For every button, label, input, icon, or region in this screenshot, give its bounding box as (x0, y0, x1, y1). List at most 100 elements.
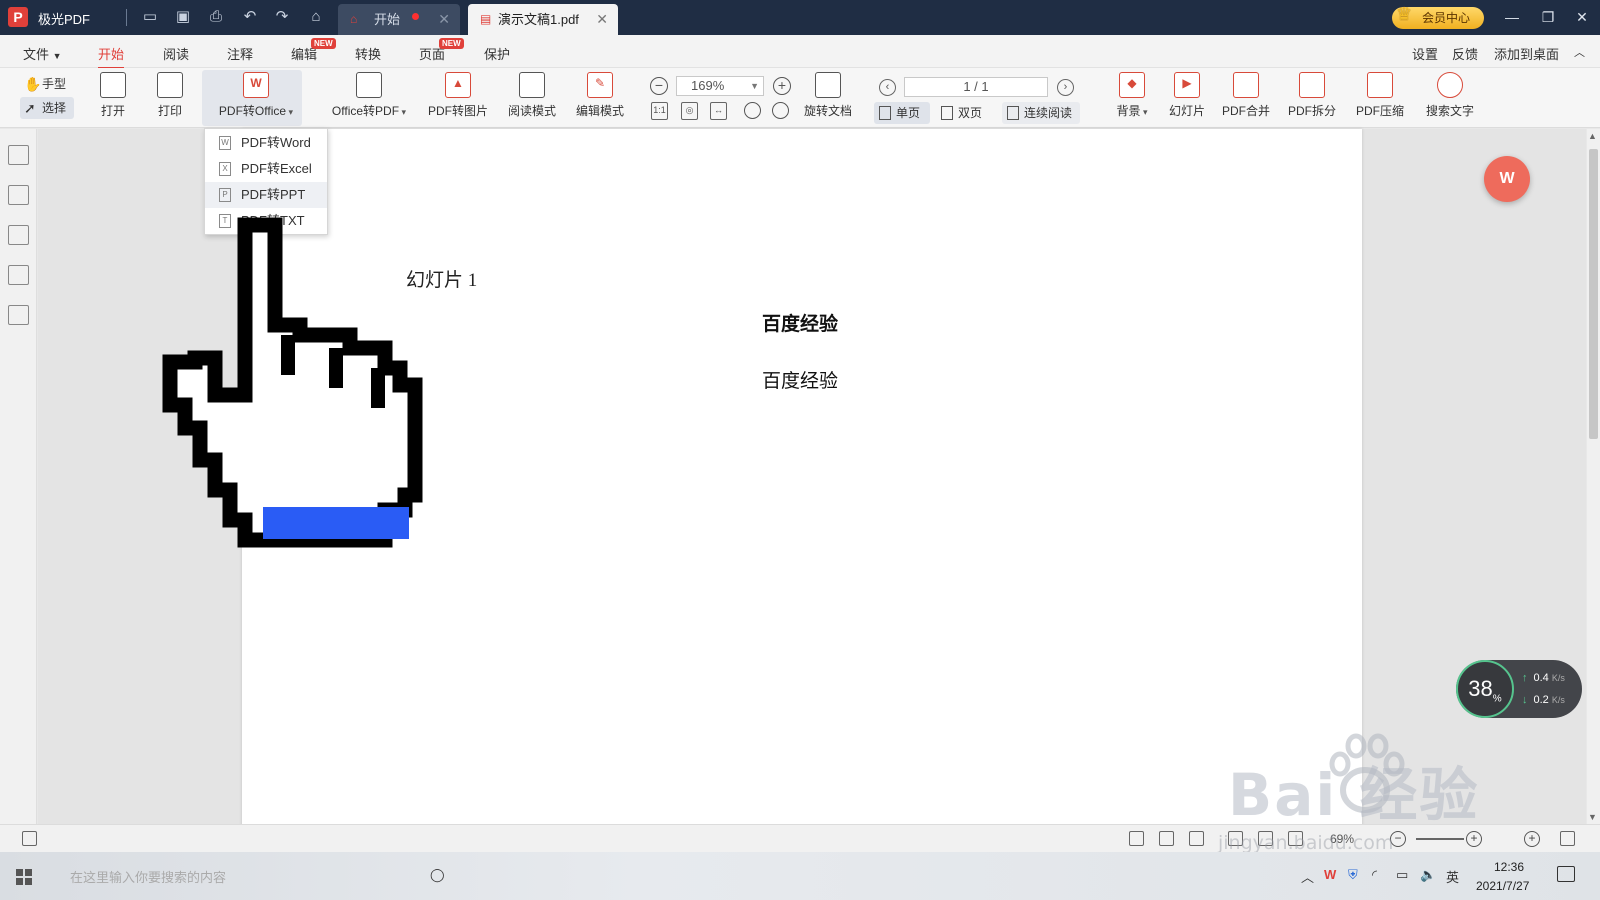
single-page-button[interactable]: 单页 (874, 102, 930, 124)
single-page-icon (879, 106, 891, 120)
open-folder-icon[interactable]: ▭ (140, 7, 160, 27)
hand-tool-button[interactable]: ✋ 手型 (20, 73, 74, 95)
menu-page[interactable]: 页面 NEW (419, 38, 464, 63)
actual-size-icon[interactable]: 1:1 (651, 102, 668, 120)
zoom-select[interactable]: 169% ▼ (676, 76, 764, 96)
folder-icon (100, 72, 126, 98)
zoom-in-icon[interactable]: + (1466, 831, 1482, 847)
zoom-out-icon[interactable]: − (650, 77, 668, 95)
read-mode-button[interactable]: 阅读模式 (506, 72, 558, 119)
menu-file[interactable]: 文件 ▼ (23, 44, 62, 63)
page-number-input[interactable]: 1 / 1 (904, 77, 1048, 97)
actual-size-icon[interactable] (1129, 831, 1144, 846)
slide-title-bold: 百度经验 (762, 314, 839, 335)
notification-icon[interactable] (1557, 866, 1575, 882)
battery-icon[interactable]: ▭ (1396, 867, 1408, 883)
print-icon[interactable]: ⎙ (206, 7, 226, 27)
restore-button[interactable]: ❐ (1530, 0, 1566, 35)
clock-time[interactable]: 12:36 (1494, 860, 1524, 874)
fit-page-icon[interactable] (1159, 831, 1174, 846)
print-button[interactable]: 打印 (155, 72, 185, 119)
search-panel-icon[interactable] (8, 265, 29, 285)
ime-indicator[interactable]: 英 (1446, 867, 1459, 886)
text-icon[interactable] (8, 305, 29, 325)
rotate-left-icon[interactable] (744, 102, 761, 119)
double-page-button[interactable]: 双页 (936, 102, 992, 124)
play-icon: ▶ (1174, 72, 1200, 98)
prev-page-icon[interactable]: ‹ (879, 79, 896, 96)
open-button[interactable]: 打开 (98, 72, 128, 119)
security-shield-icon[interactable]: ⛨ (1348, 867, 1358, 883)
page-thumb-icon[interactable] (22, 831, 37, 846)
menu-convert[interactable]: 转换 (355, 44, 381, 63)
zoom-in-icon[interactable]: + (1524, 831, 1540, 847)
close-icon[interactable]: ✕ (596, 4, 608, 35)
close-icon[interactable]: ✕ (438, 4, 450, 35)
cortana-icon[interactable]: ◯ (430, 867, 445, 883)
fullscreen-icon[interactable] (1560, 831, 1575, 846)
settings-link[interactable]: 设置 (1412, 44, 1438, 63)
merge-icon (1233, 72, 1259, 98)
baidu-watermark: Bai 经验 (1228, 761, 1480, 829)
feedback-link[interactable]: 反馈 (1452, 44, 1478, 63)
add-to-desktop-link[interactable]: 添加到桌面 (1494, 44, 1559, 63)
continuous-read-button[interactable]: 连续阅读 (1002, 102, 1080, 124)
pdf-merge-button[interactable]: PDF合并 (1220, 72, 1272, 119)
scroll-thumb[interactable] (1589, 149, 1598, 439)
home-icon[interactable]: ⌂ (306, 7, 326, 27)
next-page-icon[interactable]: › (1057, 79, 1074, 96)
slideshow-button[interactable]: ▶ 幻灯片 (1166, 72, 1208, 119)
network-speed-widget[interactable]: 38% ↑ 0.4 K/s ↓ 0.2 K/s (1456, 660, 1582, 718)
arrow-down-icon: ↓ (1522, 694, 1528, 706)
printer-icon (157, 72, 183, 98)
convert-float-button[interactable]: W (1484, 156, 1530, 202)
rotate-document-button[interactable]: 旋转文档 (802, 72, 854, 119)
rotate-right-icon[interactable] (772, 102, 789, 119)
menu-read[interactable]: 阅读 (163, 44, 189, 63)
wps-icon[interactable]: W (1324, 867, 1336, 882)
outline-icon[interactable] (8, 145, 29, 165)
scroll-up-icon[interactable]: ▲ (1588, 131, 1597, 141)
zoom-in-icon[interactable]: + (773, 77, 791, 95)
pdf-split-button[interactable]: PDF拆分 (1286, 72, 1338, 119)
menu-protect[interactable]: 保护 (484, 44, 510, 63)
thumbnails-icon[interactable] (8, 185, 29, 205)
taskbar-search-input[interactable]: 在这里输入你要搜索的内容 (70, 867, 226, 886)
menu-item-pdf-to-ppt[interactable]: P PDF转PPT (205, 182, 327, 208)
menu-item-pdf-to-word[interactable]: W PDF转Word (205, 130, 327, 156)
edit-mode-button[interactable]: ✎ 编辑模式 (574, 72, 626, 119)
ribbon-toolbar: ✋手型 ➚选择 打开 打印 WPDF转Office Office转PDF ▲PD… (0, 68, 1600, 128)
minimize-button[interactable]: — (1494, 0, 1530, 35)
collapse-ribbon-icon[interactable]: ︿ (1574, 44, 1585, 60)
zoom-slider[interactable] (1416, 838, 1464, 840)
menu-item-pdf-to-excel[interactable]: X PDF转Excel (205, 156, 327, 182)
save-icon[interactable]: ▣ (173, 7, 193, 27)
tab-home[interactable]: ⌂ 开始 ✕ (338, 4, 460, 35)
fit-width-icon[interactable] (1189, 831, 1204, 846)
pdf-to-image-button[interactable]: ▲ PDF转图片 (426, 72, 490, 119)
pdf-to-office-button[interactable]: W PDF转Office (212, 72, 300, 119)
undo-icon[interactable]: ↶ (240, 7, 260, 27)
show-hidden-icons-icon[interactable]: ︿ (1301, 867, 1314, 886)
office-to-pdf-button[interactable]: Office转PDF (326, 72, 412, 119)
search-text-button[interactable]: 搜索文字 (1424, 72, 1476, 119)
scroll-down-icon[interactable]: ▼ (1588, 812, 1597, 822)
network-icon[interactable]: ◜ (1372, 867, 1377, 883)
select-tool-button[interactable]: ➚ 选择 (20, 97, 74, 119)
tab-document[interactable]: ▤ 演示文稿1.pdf ✕ (468, 4, 618, 35)
pdf-compress-button[interactable]: PDF压缩 (1354, 72, 1406, 119)
windows-start-icon[interactable] (16, 869, 32, 885)
fit-width-icon[interactable]: ↔ (710, 102, 727, 120)
vip-center-button[interactable]: ♛ 会员中心 (1392, 4, 1484, 29)
vertical-scrollbar[interactable]: ▲ ▼ (1587, 129, 1600, 824)
close-window-button[interactable]: ✕ (1564, 0, 1600, 35)
menu-home[interactable]: 开始 (98, 44, 125, 69)
menu-edit[interactable]: 编辑 NEW (291, 38, 336, 63)
menu-annotate[interactable]: 注释 (227, 44, 253, 63)
redo-icon[interactable]: ↷ (272, 7, 292, 27)
volume-icon[interactable]: 🔈 (1420, 867, 1436, 883)
background-button[interactable]: ◆ 背景 (1112, 72, 1152, 119)
annotations-icon[interactable] (8, 225, 29, 245)
clock-date[interactable]: 2021/7/27 (1476, 879, 1529, 893)
fit-page-icon[interactable]: ◎ (681, 102, 698, 120)
